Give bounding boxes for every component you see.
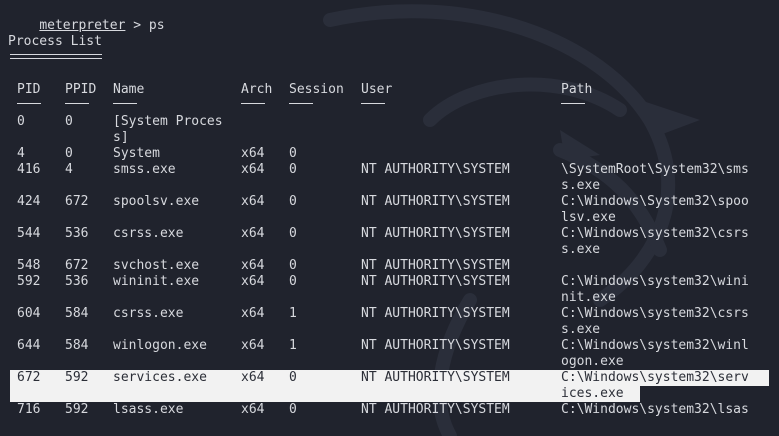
column-header-name: Name — [113, 82, 145, 97]
column-header-underline — [561, 103, 585, 104]
cell-user[interactable]: NT AUTHORITY\SYSTEM — [361, 226, 510, 242]
prompt-session-name: meterpreter — [39, 18, 126, 33]
cell-ppid[interactable]: 592 — [65, 402, 88, 418]
column-header-underline — [289, 103, 313, 104]
cell-ppid[interactable]: 584 — [65, 306, 88, 322]
cell-user[interactable]: NT AUTHORITY\SYSTEM — [361, 338, 510, 354]
cell-session[interactable]: 1 — [289, 306, 297, 322]
cell-pid[interactable]: 644 — [17, 338, 40, 354]
cell-path[interactable]: C:\Windows\system32\csrs s.exe — [561, 306, 749, 338]
cell-arch[interactable]: x64 — [241, 370, 264, 386]
column-header-user: User — [361, 82, 393, 97]
cell-arch[interactable]: x64 — [241, 338, 264, 354]
cell-ppid[interactable]: 672 — [65, 194, 88, 210]
cell-session[interactable]: 0 — [289, 162, 297, 178]
cell-ppid[interactable]: 4 — [65, 162, 73, 178]
cell-pid[interactable]: 416 — [17, 162, 40, 178]
cell-name[interactable]: [System Proces s] — [113, 114, 223, 146]
cell-pid[interactable]: 0 — [17, 114, 25, 130]
cell-ppid[interactable]: 0 — [65, 114, 73, 130]
column-header-underline — [17, 103, 41, 104]
terminal-window[interactable]: meterpreter > ps Process List PID PPID Nam… — [0, 0, 779, 436]
column-header-path: Path — [561, 82, 593, 97]
cell-user[interactable]: NT AUTHORITY\SYSTEM — [361, 162, 510, 178]
cell-ppid[interactable]: 672 — [65, 258, 88, 274]
cell-path[interactable]: \SystemRoot\System32\sms s.exe — [561, 162, 749, 194]
column-header-session: Session — [289, 82, 344, 97]
cell-arch[interactable]: x64 — [241, 226, 264, 242]
cell-name[interactable]: csrss.exe — [113, 306, 183, 322]
command-prompt-line: meterpreter > ps — [8, 2, 164, 33]
cell-arch[interactable]: x64 — [241, 258, 264, 274]
cell-pid[interactable]: 716 — [17, 402, 40, 418]
cell-session[interactable]: 0 — [289, 194, 297, 210]
cell-pid[interactable]: 544 — [17, 226, 40, 242]
cell-ppid[interactable]: 0 — [65, 146, 73, 162]
cell-session[interactable]: 0 — [289, 258, 297, 274]
cell-user[interactable]: NT AUTHORITY\SYSTEM — [361, 402, 510, 418]
cell-ppid[interactable]: 536 — [65, 274, 88, 290]
cell-name[interactable]: winlogon.exe — [113, 338, 207, 354]
title-underline-top — [10, 54, 102, 55]
cell-path[interactable]: C:\Windows\system32\csrs s.exe — [561, 226, 749, 258]
cell-path[interactable]: C:\Windows\system32\serv ices.exe — [561, 370, 749, 402]
column-header-ppid: PPID — [65, 82, 97, 97]
cell-name[interactable]: spoolsv.exe — [113, 194, 199, 210]
cell-pid[interactable]: 424 — [17, 194, 40, 210]
section-title: Process List — [8, 34, 102, 49]
cell-arch[interactable]: x64 — [241, 402, 264, 418]
cell-arch[interactable]: x64 — [241, 274, 264, 290]
cell-ppid[interactable]: 592 — [65, 370, 88, 386]
cell-name[interactable]: svchost.exe — [113, 258, 199, 274]
selection-highlight — [10, 386, 640, 402]
cell-pid[interactable]: 604 — [17, 306, 40, 322]
cell-arch[interactable]: x64 — [241, 194, 264, 210]
cell-arch[interactable]: x64 — [241, 306, 264, 322]
cell-session[interactable]: 0 — [289, 146, 297, 162]
cell-user[interactable]: NT AUTHORITY\SYSTEM — [361, 370, 510, 386]
cell-user[interactable]: NT AUTHORITY\SYSTEM — [361, 306, 510, 322]
cell-name[interactable]: lsass.exe — [113, 402, 183, 418]
cell-ppid[interactable]: 536 — [65, 226, 88, 242]
cell-name[interactable]: services.exe — [113, 370, 207, 386]
cell-name[interactable]: wininit.exe — [113, 274, 199, 290]
cell-name[interactable]: smss.exe — [113, 162, 176, 178]
column-header-arch: Arch — [241, 82, 273, 97]
column-header-underline — [361, 103, 385, 104]
cell-name[interactable]: csrss.exe — [113, 226, 183, 242]
cell-arch[interactable]: x64 — [241, 162, 264, 178]
cell-session[interactable]: 0 — [289, 274, 297, 290]
column-header-pid: PID — [17, 82, 41, 97]
cell-arch[interactable]: x64 — [241, 146, 264, 162]
cell-path[interactable]: C:\Windows\System32\spoo lsv.exe — [561, 194, 749, 226]
column-header-underline — [65, 103, 89, 104]
cell-pid[interactable]: 548 — [17, 258, 40, 274]
title-underline-bottom — [10, 58, 102, 59]
cell-path[interactable]: C:\Windows\system32\lsas — [561, 402, 749, 418]
cell-session[interactable]: 0 — [289, 402, 297, 418]
column-header-underline — [241, 103, 265, 104]
prompt-command: ps — [148, 18, 165, 33]
cell-user[interactable]: NT AUTHORITY\SYSTEM — [361, 258, 510, 274]
cell-user[interactable]: NT AUTHORITY\SYSTEM — [361, 194, 510, 210]
cell-ppid[interactable]: 584 — [65, 338, 88, 354]
cell-name[interactable]: System — [113, 146, 160, 162]
cell-session[interactable]: 0 — [289, 226, 297, 242]
cell-session[interactable]: 0 — [289, 370, 297, 386]
cell-pid[interactable]: 592 — [17, 274, 40, 290]
cell-pid[interactable]: 672 — [17, 370, 40, 386]
prompt-separator: > — [125, 18, 149, 33]
cell-session[interactable]: 1 — [289, 338, 297, 354]
cell-pid[interactable]: 4 — [17, 146, 25, 162]
cell-user[interactable]: NT AUTHORITY\SYSTEM — [361, 274, 510, 290]
column-header-underline — [113, 103, 137, 104]
cell-path[interactable]: C:\Windows\system32\wini nit.exe — [561, 274, 749, 306]
cell-path[interactable]: C:\Windows\system32\winl ogon.exe — [561, 338, 749, 370]
